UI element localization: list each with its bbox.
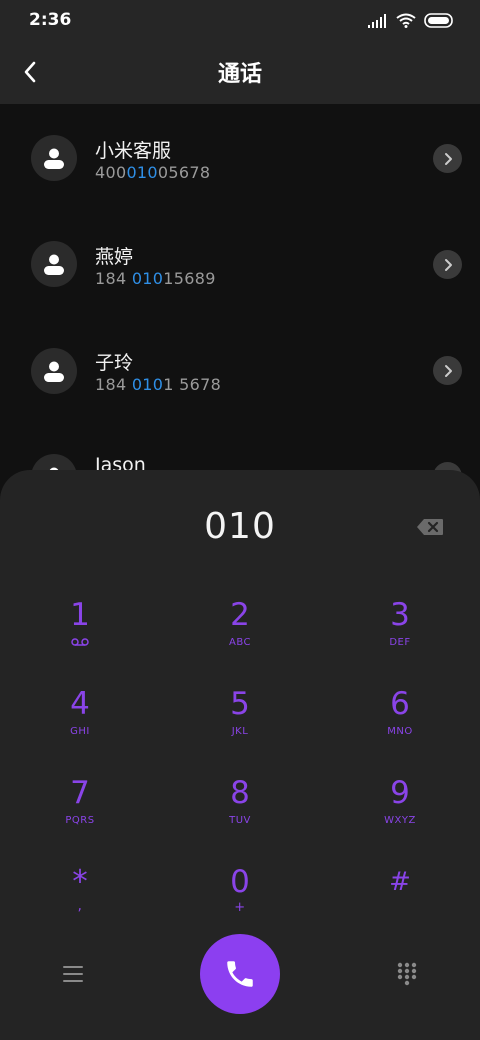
key-letters: GHI [70, 726, 90, 737]
key-digit: 4 [70, 686, 90, 722]
key-7[interactable]: 7 PQRS [20, 766, 140, 846]
avatar [31, 135, 77, 181]
key-letters: + [234, 900, 246, 915]
voicemail-icon [71, 638, 89, 646]
key-digit: 5 [230, 686, 250, 722]
contact-row[interactable]: 子玲 184 0101 5678 [0, 316, 480, 422]
key-2[interactable]: 2 ABC [180, 588, 300, 668]
call-button[interactable] [200, 934, 280, 1014]
app-bar: 通话 [0, 40, 480, 104]
dialed-number[interactable]: 010 [0, 506, 480, 547]
contact-name: 子玲 [95, 352, 134, 374]
key-digit: 9 [390, 775, 410, 811]
key-6[interactable]: 6 MNO [340, 677, 460, 757]
contact-row[interactable]: 燕婷 184 01015689 [0, 210, 480, 316]
wifi-icon [396, 13, 416, 28]
status-bar: 2:36 [0, 0, 480, 40]
dialer-bottom-bar [0, 934, 480, 1014]
key-letters: PQRS [65, 815, 95, 826]
key-letters: , [77, 898, 83, 914]
phone-icon [227, 961, 253, 987]
person-icon [44, 254, 64, 275]
menu-button[interactable] [56, 959, 90, 989]
chevron-right-icon [444, 364, 452, 377]
key-letters: DEF [389, 637, 411, 648]
key-0[interactable]: 0 + [180, 855, 300, 935]
key-digit: 2 [230, 597, 250, 633]
dialpad-icon [397, 962, 417, 986]
signal-icon [368, 13, 386, 28]
dial-pad-panel: 010 1 2 ABC 3 DEF 4 GHI 5 JKL 6 MNO 7 PQ… [0, 470, 480, 1040]
person-icon [44, 148, 64, 169]
key-digit: # [389, 867, 411, 897]
key-9[interactable]: 9 WXYZ [340, 766, 460, 846]
keypad-toggle-button[interactable] [390, 959, 424, 989]
key-star[interactable]: * , [20, 855, 140, 935]
contact-detail-button[interactable] [433, 356, 462, 385]
contact-number: 40001005678 [95, 163, 211, 182]
match-highlight: 010 [131, 269, 164, 288]
contact-detail-button[interactable] [433, 144, 462, 173]
backspace-button[interactable] [416, 518, 444, 536]
contact-name: 燕婷 [95, 246, 134, 268]
chevron-right-icon [444, 258, 452, 271]
key-1[interactable]: 1 [20, 588, 140, 668]
status-time: 2:36 [29, 10, 72, 30]
key-hash[interactable]: # [340, 855, 460, 935]
key-digit: 1 [70, 597, 90, 633]
key-digit: 6 [390, 686, 410, 722]
key-5[interactable]: 5 JKL [180, 677, 300, 757]
key-letters: TUV [229, 815, 251, 826]
key-digit: 0 [230, 864, 250, 900]
contact-number: 184 01015689 [95, 269, 216, 288]
avatar [31, 241, 77, 287]
key-letters: WXYZ [384, 815, 416, 826]
contact-number: 184 0101 5678 [95, 375, 222, 394]
key-letters: MNO [387, 726, 413, 737]
status-icons [368, 13, 454, 28]
key-digit: 7 [70, 775, 90, 811]
key-letters: JKL [231, 726, 249, 737]
page-title: 通话 [217, 62, 262, 87]
match-highlight: 010 [126, 163, 158, 182]
key-digit: 3 [390, 597, 410, 633]
menu-icon [63, 966, 83, 982]
key-3[interactable]: 3 DEF [340, 588, 460, 668]
avatar [31, 348, 77, 394]
backspace-icon [417, 519, 443, 535]
chevron-right-icon [444, 152, 452, 165]
key-digit: 8 [230, 775, 250, 811]
match-highlight: 010 [131, 375, 164, 394]
battery-icon [424, 13, 453, 28]
contact-detail-button[interactable] [433, 250, 462, 279]
contact-list: 小米客服 40001005678 燕婷 184 01015689 子玲 184 … [0, 104, 480, 504]
key-4[interactable]: 4 GHI [20, 677, 140, 757]
key-letters: ABC [228, 637, 251, 648]
key-digit: * [72, 864, 88, 900]
contact-name: 小米客服 [95, 140, 172, 162]
person-icon [44, 361, 64, 382]
contact-row[interactable]: 小米客服 40001005678 [0, 104, 480, 210]
key-8[interactable]: 8 TUV [180, 766, 300, 846]
